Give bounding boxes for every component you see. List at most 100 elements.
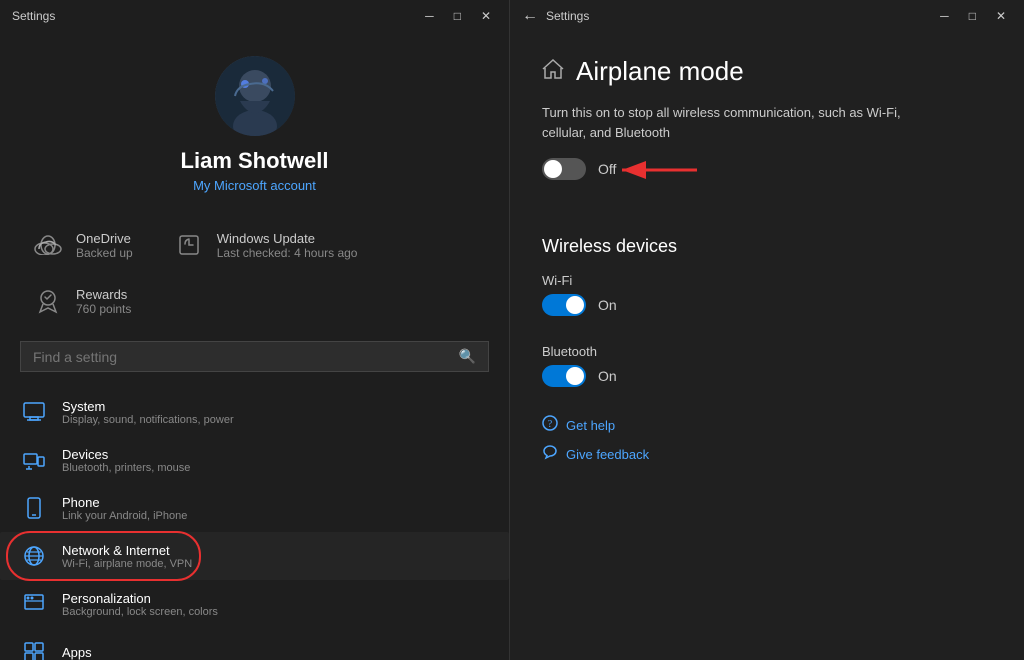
network-title: Network & Internet bbox=[62, 543, 192, 558]
onedrive-text: OneDrive Backed up bbox=[76, 231, 133, 260]
get-help-row[interactable]: ? Get help bbox=[542, 415, 992, 436]
bluetooth-name: Bluetooth bbox=[542, 344, 992, 359]
right-title-text: ← Settings bbox=[522, 7, 589, 25]
left-close-button[interactable]: ✕ bbox=[475, 7, 497, 25]
phone-icon bbox=[20, 494, 48, 522]
sidebar-item-devices[interactable]: Devices Bluetooth, printers, mouse bbox=[0, 436, 509, 484]
personalization-icon bbox=[20, 590, 48, 618]
page-title-row: Airplane mode bbox=[542, 56, 992, 87]
airplane-description: Turn this on to stop all wireless commun… bbox=[542, 103, 942, 142]
wifi-toggle-knob bbox=[566, 296, 584, 314]
apps-text: Apps bbox=[62, 645, 92, 660]
get-help-link[interactable]: Get help bbox=[566, 418, 615, 433]
avatar-image bbox=[215, 56, 295, 136]
bluetooth-toggle-knob bbox=[566, 367, 584, 385]
windows-update-title: Windows Update bbox=[217, 231, 358, 246]
rewards-subtitle: 760 points bbox=[76, 302, 131, 316]
give-feedback-link[interactable]: Give feedback bbox=[566, 447, 649, 462]
wifi-toggle[interactable] bbox=[542, 294, 586, 316]
phone-text: Phone Link your Android, iPhone bbox=[62, 495, 187, 522]
phone-subtitle: Link your Android, iPhone bbox=[62, 510, 187, 522]
left-minimize-button[interactable]: ─ bbox=[419, 7, 440, 25]
svg-text:?: ? bbox=[548, 419, 553, 430]
devices-icon bbox=[20, 446, 48, 474]
give-feedback-row[interactable]: Give feedback bbox=[542, 444, 992, 465]
give-feedback-icon bbox=[542, 444, 558, 465]
back-button[interactable]: ← bbox=[522, 7, 538, 25]
avatar bbox=[215, 56, 295, 136]
sidebar-item-personalization[interactable]: Personalization Background, lock screen,… bbox=[0, 580, 509, 628]
home-icon bbox=[542, 59, 564, 85]
info-row: OneDrive Backed up Windows Update Last c… bbox=[0, 213, 509, 277]
airplane-toggle-label: Off bbox=[598, 161, 616, 177]
rewards-title: Rewards bbox=[76, 287, 131, 302]
devices-text: Devices Bluetooth, printers, mouse bbox=[62, 447, 190, 474]
rewards-text: Rewards 760 points bbox=[76, 287, 131, 316]
right-minimize-button[interactable]: ─ bbox=[934, 7, 955, 25]
wifi-name: Wi-Fi bbox=[542, 273, 992, 288]
system-subtitle: Display, sound, notifications, power bbox=[62, 414, 234, 426]
right-maximize-button[interactable]: □ bbox=[963, 7, 982, 25]
phone-title: Phone bbox=[62, 495, 187, 510]
onedrive-subtitle: Backed up bbox=[76, 246, 133, 260]
search-bar: 🔍 bbox=[20, 341, 489, 372]
right-title-controls: ─ □ ✕ bbox=[934, 7, 1012, 25]
rewards-row: Rewards 760 points bbox=[0, 277, 509, 333]
user-name: Liam Shotwell bbox=[181, 148, 329, 174]
bluetooth-item: Bluetooth On bbox=[542, 344, 992, 387]
devices-subtitle: Bluetooth, printers, mouse bbox=[62, 462, 190, 474]
sidebar-item-phone[interactable]: Phone Link your Android, iPhone bbox=[0, 484, 509, 532]
wifi-toggle-row: On bbox=[542, 294, 992, 316]
profile-section: Liam Shotwell My Microsoft account bbox=[0, 32, 509, 213]
personalization-text: Personalization Background, lock screen,… bbox=[62, 591, 218, 618]
onedrive-title: OneDrive bbox=[76, 231, 133, 246]
apps-title: Apps bbox=[62, 645, 92, 660]
red-arrow-annotation bbox=[602, 150, 702, 190]
devices-title: Devices bbox=[62, 447, 190, 462]
airplane-toggle-knob bbox=[544, 160, 562, 178]
nav-list: System Display, sound, notifications, po… bbox=[0, 388, 509, 660]
page-title: Airplane mode bbox=[576, 56, 744, 87]
network-text: Network & Internet Wi-Fi, airplane mode,… bbox=[62, 543, 192, 570]
windows-update-icon bbox=[173, 229, 205, 261]
left-title-text: Settings bbox=[12, 9, 55, 23]
left-title-controls: ─ □ ✕ bbox=[419, 7, 497, 25]
airplane-toggle[interactable] bbox=[542, 158, 586, 180]
right-content: Airplane mode Turn this on to stop all w… bbox=[510, 32, 1024, 660]
search-input[interactable] bbox=[33, 349, 459, 365]
wifi-item: Wi-Fi On bbox=[542, 273, 992, 316]
left-maximize-button[interactable]: □ bbox=[448, 7, 467, 25]
airplane-toggle-row: Off bbox=[542, 158, 616, 180]
right-title-bar: ← Settings ─ □ ✕ bbox=[510, 0, 1024, 32]
get-help-icon: ? bbox=[542, 415, 558, 436]
right-settings-panel: ← Settings ─ □ ✕ Airplane mode Turn this… bbox=[510, 0, 1024, 660]
sidebar-item-system[interactable]: System Display, sound, notifications, po… bbox=[0, 388, 509, 436]
sidebar-item-network[interactable]: Network & Internet Wi-Fi, airplane mode,… bbox=[0, 532, 509, 580]
airplane-toggle-container: Off bbox=[542, 158, 616, 208]
personalization-subtitle: Background, lock screen, colors bbox=[62, 606, 218, 618]
onedrive-item: OneDrive Backed up bbox=[32, 229, 133, 261]
wireless-devices-title: Wireless devices bbox=[542, 236, 992, 257]
system-text: System Display, sound, notifications, po… bbox=[62, 399, 234, 426]
apps-icon bbox=[20, 638, 48, 660]
left-title-bar: Settings ─ □ ✕ bbox=[0, 0, 509, 32]
search-icon: 🔍 bbox=[459, 348, 476, 365]
right-title-label: Settings bbox=[546, 9, 589, 23]
left-settings-panel: Settings ─ □ ✕ Liam Shotwell My Mic bbox=[0, 0, 510, 660]
windows-update-text: Windows Update Last checked: 4 hours ago bbox=[217, 231, 358, 260]
right-close-button[interactable]: ✕ bbox=[990, 7, 1012, 25]
onedrive-icon bbox=[32, 229, 64, 261]
personalization-title: Personalization bbox=[62, 591, 218, 606]
windows-update-item: Windows Update Last checked: 4 hours ago bbox=[173, 229, 358, 261]
ms-account-link[interactable]: My Microsoft account bbox=[193, 178, 316, 193]
rewards-icon bbox=[32, 285, 64, 317]
network-subtitle: Wi-Fi, airplane mode, VPN bbox=[62, 558, 192, 570]
windows-update-subtitle: Last checked: 4 hours ago bbox=[217, 246, 358, 260]
system-icon bbox=[20, 398, 48, 426]
network-icon bbox=[20, 542, 48, 570]
links-section: ? Get help Give feedback bbox=[542, 415, 992, 465]
wifi-label: On bbox=[598, 297, 617, 313]
system-title: System bbox=[62, 399, 234, 414]
sidebar-item-apps[interactable]: Apps bbox=[0, 628, 509, 660]
bluetooth-toggle[interactable] bbox=[542, 365, 586, 387]
